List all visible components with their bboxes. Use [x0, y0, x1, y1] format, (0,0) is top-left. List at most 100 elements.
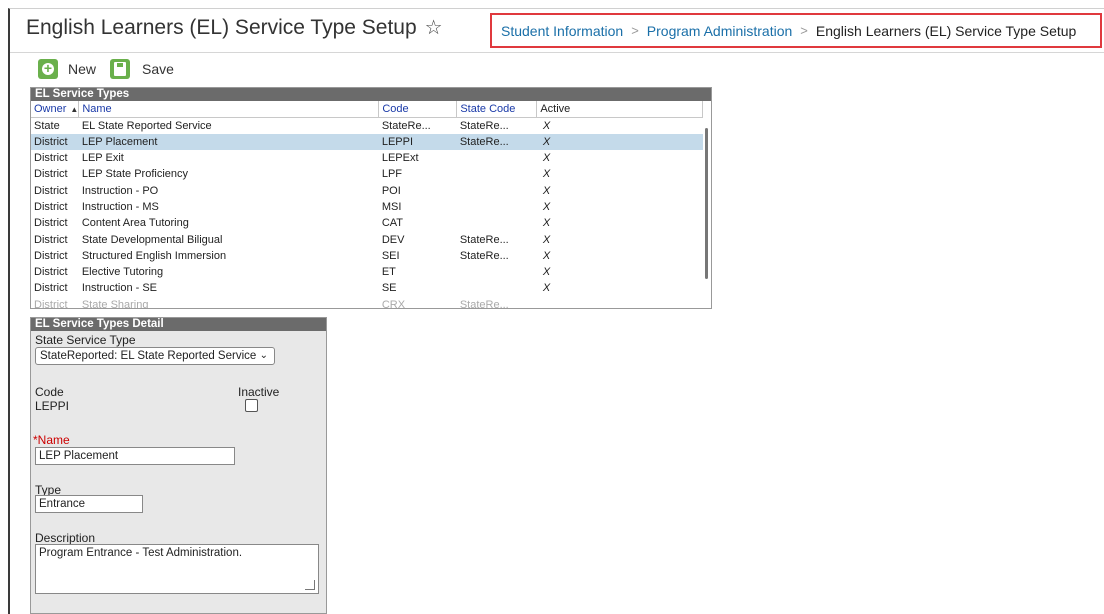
cell-owner: District	[34, 200, 68, 213]
detail-title: EL Service Types Detail	[31, 318, 326, 331]
new-button[interactable]: + New	[38, 59, 96, 79]
column-header-state-code[interactable]: State Code	[456, 101, 538, 118]
type-input[interactable]: Entrance	[35, 495, 143, 513]
chevron-down-icon: ⌄	[259, 350, 268, 361]
cell-code: SEI	[381, 249, 400, 262]
cell-state-code	[457, 182, 537, 198]
cell-name: State Sharing	[81, 298, 149, 309]
header-divider	[10, 52, 1104, 53]
table-row[interactable]: District Content Area Tutoring CAT X	[31, 215, 703, 231]
cell-code: LEPExt	[381, 152, 419, 165]
breadcrumb-student-information[interactable]: Student Information	[501, 23, 623, 39]
column-header-owner[interactable]: Owner ▲	[31, 101, 80, 118]
column-header-owner-label: Owner	[34, 102, 67, 115]
name-label-text: Name	[37, 433, 70, 447]
state-service-type-value: StateReported: EL State Reported Service	[40, 350, 257, 362]
table-row[interactable]: District Instruction - PO POI X	[31, 182, 703, 198]
cell-state-code: StateRe...	[459, 119, 509, 132]
code-value: LEPPI	[35, 399, 70, 413]
cell-name: LEP Exit	[81, 152, 124, 165]
table-row[interactable]: District LEP Placement LEPPI StateRe... X	[31, 133, 703, 150]
breadcrumb-current: English Learners (EL) Service Type Setup	[815, 22, 1077, 39]
cell-state-code	[457, 280, 537, 296]
cell-name: State Developmental Biligual	[81, 233, 223, 246]
name-input[interactable]: LEP Placement	[35, 447, 235, 465]
cell-code: LPF	[381, 168, 403, 181]
state-service-type-label: State Service Type	[35, 333, 136, 347]
cell-active	[537, 297, 703, 308]
cell-code: LEPPI	[378, 133, 457, 150]
cell-active: X	[542, 266, 551, 279]
column-header-active[interactable]: Active	[536, 101, 703, 118]
cell-state-code: StateRe...	[456, 133, 537, 150]
table-body: State EL State Reported Service StateRe...…	[31, 117, 703, 309]
cell-name: LEP State Proficiency	[81, 168, 189, 181]
cell-owner: District	[34, 184, 68, 197]
cell-state-code	[457, 264, 537, 280]
save-button-label: Save	[142, 61, 174, 77]
inactive-label: Inactive	[238, 385, 280, 399]
column-header-code[interactable]: Code	[378, 101, 458, 118]
cell-name: Content Area Tutoring	[81, 217, 189, 230]
cell-active: X	[542, 249, 551, 262]
column-header-name[interactable]: Name	[78, 101, 380, 118]
cell-owner: District	[34, 282, 68, 295]
cell-name: Instruction - PO	[81, 184, 159, 197]
table-row[interactable]: District State Developmental Biligual DEV S…	[31, 231, 703, 247]
cell-owner: District	[34, 233, 68, 246]
save-disk-icon	[110, 59, 131, 79]
cell-name: Instruction - MS	[81, 200, 159, 213]
cell-active: X	[542, 200, 551, 213]
table-row[interactable]: District LEP State Proficiency LPF X	[31, 166, 703, 182]
cell-active: X	[542, 168, 551, 181]
cell-code: DEV	[381, 233, 405, 246]
cell-owner: District	[34, 266, 68, 279]
breadcrumb-program-administration[interactable]: Program Administration	[647, 23, 793, 39]
description-textarea[interactable]: Program Entrance - Test Administration.	[35, 544, 319, 594]
star-outline-icon[interactable]: ☆	[425, 15, 443, 40]
cell-active: X	[542, 217, 551, 230]
cell-active: X	[536, 133, 703, 150]
name-label: *Name	[33, 433, 70, 447]
description-label: Description	[35, 531, 96, 545]
save-button[interactable]: Save	[110, 59, 174, 79]
cell-state-code	[457, 199, 537, 215]
cell-code: CAT	[381, 217, 404, 230]
cell-name: Elective Tutoring	[81, 266, 164, 279]
table-row[interactable]: District Instruction - SE SE X	[31, 280, 703, 296]
state-service-type-select[interactable]: StateReported: EL State Reported Service…	[35, 347, 275, 365]
table-row[interactable]: District LEP Exit LEPExt X	[31, 150, 703, 166]
inactive-checkbox[interactable]	[245, 399, 258, 412]
resize-grip-icon[interactable]	[305, 580, 315, 590]
cell-code: MSI	[381, 200, 402, 213]
breadcrumb: Student Information > Program Administra…	[490, 13, 1102, 48]
service-types-grid: EL Service Types Owner ▲ Name Code State …	[30, 87, 712, 309]
cell-name: Instruction - SE	[81, 282, 158, 295]
detail-panel: EL Service Types Detail State Service Ty…	[30, 317, 327, 614]
table-row[interactable]: District Instruction - MS MSI X	[31, 199, 703, 215]
cell-owner: District	[34, 152, 68, 165]
table-row[interactable]: District Structured English Immersion SEI S…	[31, 248, 703, 264]
table-row[interactable]: State EL State Reported Service StateRe...…	[31, 117, 703, 133]
cell-active: X	[542, 119, 551, 132]
cell-state-code	[457, 166, 537, 182]
cell-code: ET	[381, 266, 396, 279]
cell-name: EL State Reported Service	[81, 119, 212, 132]
description-value: Program Entrance - Test Administration.	[39, 547, 243, 559]
cell-active: X	[542, 184, 551, 197]
new-button-label: New	[68, 61, 97, 77]
plus-circle-icon: +	[38, 59, 58, 79]
code-label: Code	[35, 385, 64, 399]
cell-state-code: StateRe...	[459, 298, 509, 309]
cell-active: X	[542, 152, 551, 165]
cell-state-code	[457, 215, 537, 231]
cell-name: LEP Placement	[78, 133, 379, 150]
cell-owner: District	[34, 168, 68, 181]
table-row[interactable]: District State Sharing CRX StateRe...	[31, 297, 703, 309]
table-row[interactable]: District Elective Tutoring ET X	[31, 264, 703, 280]
cell-state-code: StateRe...	[459, 249, 509, 262]
cell-code: SE	[381, 282, 397, 295]
cell-owner: District	[34, 217, 68, 230]
table-header-row: Owner ▲ Name Code State Code Active	[31, 101, 703, 118]
grid-scrollbar[interactable]	[705, 128, 708, 279]
